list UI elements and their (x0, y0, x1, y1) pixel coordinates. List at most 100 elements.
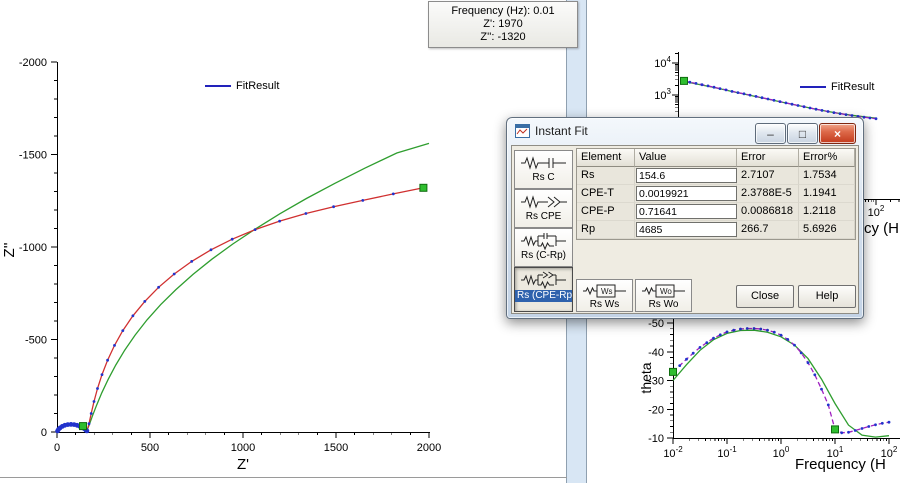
model-button-rs-cpe[interactable]: Rs CPE (514, 189, 573, 228)
data-point[interactable] (832, 111, 836, 114)
range-marker[interactable] (419, 183, 428, 192)
data-point[interactable] (759, 327, 763, 331)
data-point[interactable] (688, 80, 692, 84)
data-point[interactable] (712, 85, 716, 89)
close-window-button[interactable]: × (819, 123, 856, 144)
data-point[interactable] (766, 97, 770, 101)
data-point[interactable] (725, 330, 729, 334)
data-point[interactable] (808, 106, 812, 110)
data-point[interactable] (332, 205, 335, 209)
data-point[interactable] (802, 105, 806, 109)
data-point[interactable] (278, 219, 281, 223)
data-point[interactable] (778, 100, 782, 103)
data-point[interactable] (157, 285, 161, 289)
data-point[interactable] (694, 82, 698, 85)
data-point[interactable] (840, 431, 844, 435)
data-point[interactable] (698, 346, 702, 349)
data-point[interactable] (847, 430, 850, 434)
value-input-rp[interactable] (636, 222, 737, 237)
data-point[interactable] (685, 357, 688, 361)
data-point[interactable] (131, 314, 135, 318)
dialog-titlebar[interactable]: Instant Fit – □ × (507, 118, 863, 145)
close-button[interactable]: Close (736, 285, 794, 308)
data-point[interactable] (391, 192, 395, 196)
data-point[interactable] (113, 344, 116, 347)
data-point[interactable] (718, 87, 722, 90)
range-marker[interactable] (669, 367, 677, 376)
help-button[interactable]: Help (798, 285, 856, 308)
data-point[interactable] (736, 91, 740, 94)
data-point[interactable] (732, 328, 736, 332)
data-point[interactable] (772, 98, 776, 102)
model-button-rs-cpe-rp[interactable]: Rs (CPE-Rp) (514, 267, 573, 312)
data-point[interactable] (867, 425, 871, 428)
data-point[interactable] (730, 90, 734, 93)
data-point[interactable] (190, 260, 194, 263)
data-point[interactable] (813, 373, 817, 377)
data-point[interactable] (361, 199, 365, 202)
data-point[interactable] (786, 338, 790, 341)
data-point[interactable] (754, 95, 758, 98)
range-marker[interactable] (680, 76, 688, 85)
data-point[interactable] (742, 92, 746, 96)
minimize-button[interactable]: – (755, 123, 786, 144)
data-point[interactable] (838, 112, 842, 115)
data-point[interactable] (230, 237, 234, 241)
data-point[interactable] (304, 212, 308, 215)
data-point[interactable] (700, 83, 704, 87)
data-point[interactable] (779, 333, 783, 337)
data-point[interactable] (87, 422, 91, 426)
data-point[interactable] (253, 228, 257, 232)
range-marker[interactable] (79, 422, 87, 431)
data-point[interactable] (106, 358, 109, 362)
data-point[interactable] (691, 351, 695, 355)
data-point[interactable] (772, 330, 776, 334)
data-point[interactable] (784, 101, 788, 105)
value-input-cpe-p[interactable] (636, 204, 737, 219)
data-point[interactable] (96, 387, 99, 390)
value-input-cpe-t[interactable] (636, 186, 737, 201)
data-point[interactable] (100, 373, 104, 376)
data-point[interactable] (209, 248, 213, 252)
data-point[interactable] (874, 423, 877, 427)
data-point[interactable] (853, 429, 857, 432)
nyquist-plot[interactable]: 0 500 1000 1500 2000 -2000 -1500 -1000 -500 0 Z' Z'… (1, 57, 441, 473)
data-point[interactable] (706, 84, 710, 88)
model-button-rs-ws[interactable]: Ws Rs Ws (576, 279, 633, 312)
data-point[interactable] (820, 387, 823, 391)
range-marker[interactable] (831, 425, 839, 434)
bode-phase-plot[interactable]: -50-40-30-20-1010-2 10-1 100 101 102thetaFre… (638, 316, 900, 473)
data-point[interactable] (739, 327, 742, 331)
maximize-button[interactable]: □ (787, 123, 818, 144)
data-point[interactable] (705, 341, 709, 344)
data-point[interactable] (862, 115, 866, 119)
data-point[interactable] (799, 351, 803, 355)
data-point[interactable] (826, 110, 830, 113)
value-input-rs[interactable] (636, 168, 737, 183)
data-point[interactable] (712, 336, 715, 340)
data-point[interactable] (814, 107, 818, 111)
data-point[interactable] (172, 272, 176, 276)
model-button-rs-wo[interactable]: Wo Rs Wo (635, 279, 692, 312)
data-point[interactable] (820, 109, 824, 112)
data-point[interactable] (752, 327, 756, 330)
data-point[interactable] (760, 96, 764, 100)
data-point[interactable] (745, 327, 749, 330)
data-point[interactable] (718, 333, 722, 337)
data-point[interactable] (89, 412, 93, 415)
data-point[interactable] (860, 427, 864, 430)
data-point[interactable] (844, 113, 848, 116)
data-point[interactable] (887, 420, 891, 424)
data-point[interactable] (826, 403, 830, 407)
data-point[interactable] (796, 104, 800, 107)
data-point[interactable] (806, 361, 810, 365)
data-point[interactable] (880, 421, 884, 425)
data-point[interactable] (143, 300, 147, 303)
model-button-rs-c[interactable]: Rs C (514, 150, 573, 189)
data-point[interactable] (868, 116, 872, 120)
data-point[interactable] (766, 328, 769, 332)
data-point[interactable] (748, 93, 752, 97)
model-button-rs-c-rp[interactable]: Rs (C-Rp) (514, 228, 573, 267)
data-point[interactable] (790, 102, 794, 106)
data-point[interactable] (678, 364, 682, 367)
